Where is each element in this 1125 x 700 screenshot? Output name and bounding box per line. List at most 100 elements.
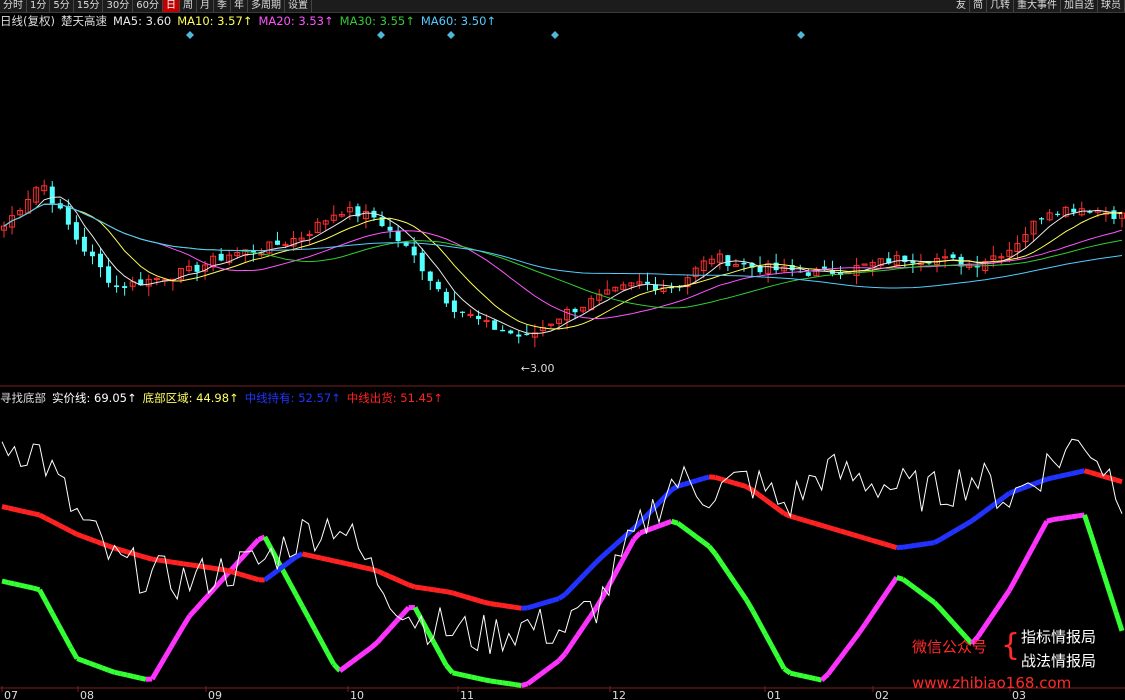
mid-line-segment [1014, 486, 1023, 494]
mid-line-segment [1108, 475, 1117, 483]
mid-line-segment [727, 478, 735, 486]
ma20-line [3, 203, 1123, 320]
bottom-zone-segment [82, 658, 91, 666]
mid-line-segment [7, 505, 16, 512]
bottom-zone-segment [569, 633, 580, 646]
bottom-zone-segment [875, 594, 887, 607]
bottom-zone-segment [470, 674, 479, 681]
mid-line-segment [714, 475, 723, 482]
bottom-zone-segment [731, 580, 743, 593]
mid-line-segment [138, 553, 147, 560]
bottom-zone-segment [68, 646, 80, 660]
mid-line-segment [314, 554, 322, 561]
bottom-zone-segment [325, 651, 336, 666]
bottom-zone-segment [1082, 514, 1094, 535]
bottom-zone-segment [114, 669, 122, 677]
bottom-zone-segment [262, 535, 274, 550]
bottom-zone-segment [701, 539, 711, 549]
mid-line-segment [269, 568, 279, 578]
mid-line-segment [995, 495, 1005, 505]
bottom-zone-segment [168, 635, 180, 649]
mid-line-segment [189, 562, 197, 569]
candle-body [49, 186, 55, 204]
bottom-zone-segment [381, 626, 392, 638]
candle-body [114, 285, 120, 288]
mid-line-segment [251, 575, 260, 583]
signal-diamond-0 [186, 31, 194, 39]
mid-line-segment [1046, 475, 1054, 482]
watermark-line1: 指标情报局 [1021, 628, 1097, 646]
mid-line-segment [382, 571, 391, 579]
mid-line-segment [439, 588, 447, 595]
mid-line-segment [827, 524, 835, 532]
mid-line-segment [407, 582, 416, 590]
mid-line-segment [814, 521, 823, 528]
mid-line-segment [702, 474, 710, 482]
mid-line-segment [13, 506, 22, 514]
bottom-zone-segment [625, 538, 637, 552]
bottom-zone-segment [869, 603, 881, 616]
bottom-zone-segment [483, 677, 491, 684]
bottom-zone-segment [287, 581, 299, 596]
candle-body [950, 254, 956, 258]
bottom-zone-segment [293, 593, 305, 608]
mid-line-segment [351, 562, 360, 569]
mid-line-segment [1065, 471, 1073, 478]
bottom-zone-segment [888, 576, 899, 589]
mid-line-segment [927, 540, 935, 547]
candle-body [741, 262, 747, 265]
candle-body [387, 226, 393, 231]
bottom-zone-segment [769, 644, 781, 659]
mid-line-segment [326, 557, 335, 564]
mid-line-segment [958, 522, 967, 531]
bottom-zone-segment [551, 658, 561, 668]
bottom-zone-segment [13, 581, 22, 588]
candle-body [395, 230, 401, 242]
bottom-zone-segment [375, 633, 386, 644]
bottom-zone-segment [575, 624, 586, 637]
bottom-zone-segment [194, 600, 205, 611]
bottom-zone-segment [676, 521, 686, 530]
candle-body [508, 330, 514, 334]
bottom-zone-segment [350, 654, 361, 664]
mid-line-segment [101, 541, 110, 549]
mid-line-segment [613, 537, 624, 547]
bottom-zone-segment [713, 552, 724, 565]
signal-diamond-4 [797, 31, 805, 39]
bottom-zone-segment [1038, 519, 1050, 534]
bottom-zone-segment [982, 616, 993, 629]
stock-chart[interactable]: ←3.0007 08 09 10 11 12 01 02 03 [0, 0, 1125, 700]
mid-line-segment [1033, 479, 1042, 487]
mid-line-segment [982, 505, 993, 514]
bottom-zone-segment [363, 645, 373, 655]
mid-line-segment [939, 533, 949, 542]
bottom-zone-segment [951, 621, 962, 632]
mid-line-segment [476, 597, 485, 605]
bottom-zone-segment [850, 631, 862, 643]
mid-line-segment [514, 604, 522, 611]
mid-line-segment [569, 579, 580, 590]
mid-line-segment [1058, 472, 1067, 479]
bottom-zone-segment [120, 671, 128, 678]
bottom-zone-segment [62, 634, 74, 649]
x-tick-label: 09 [208, 689, 222, 700]
mid-line-segment [158, 557, 166, 564]
bottom-zone-segment [32, 585, 41, 593]
bottom-zone-segment [451, 670, 460, 677]
mid-line-segment [858, 534, 867, 541]
mid-line-segment [545, 598, 554, 605]
bottom-zone-segment [514, 682, 522, 688]
bottom-zone-segment [526, 677, 536, 686]
bottom-zone-segment [808, 674, 816, 682]
bottom-zone-segment [20, 582, 28, 590]
mid-line-segment [575, 573, 586, 584]
mid-line-segment [770, 502, 780, 511]
bottom-zone-segment [544, 663, 555, 672]
bottom-zone-segment [1046, 517, 1054, 524]
mid-line-segment [951, 526, 961, 535]
candle-body [1039, 218, 1045, 220]
bottom-zone-segment [756, 621, 768, 636]
bottom-zone-segment [388, 619, 399, 631]
mid-line-segment [339, 559, 347, 567]
bottom-zone-segment [682, 525, 692, 535]
